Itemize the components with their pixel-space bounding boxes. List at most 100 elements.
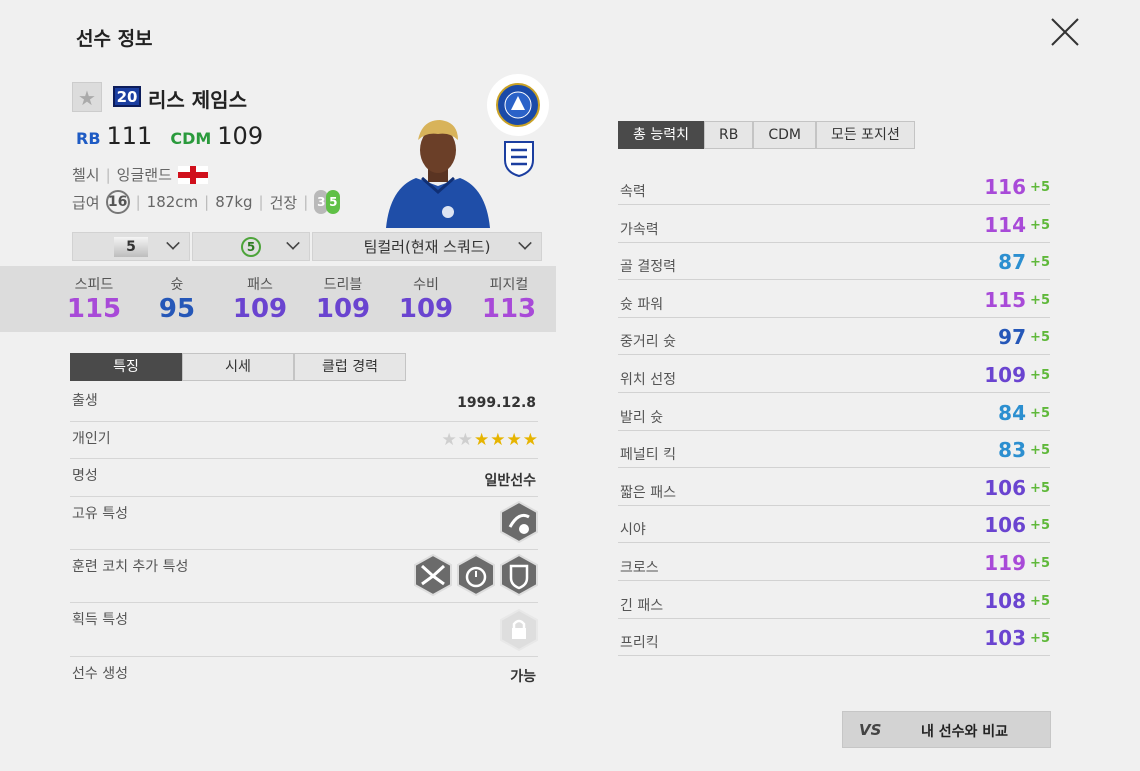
chevron-down-icon [166, 236, 180, 250]
tab-total-attributes[interactable]: 총 능력치 [618, 121, 704, 149]
coach-trait-label: 훈련 코치 추가 특성 [72, 559, 189, 575]
health-label: 건장 [269, 193, 298, 212]
tab-all-positions[interactable]: 모든 포지션 [815, 121, 915, 149]
stat-value: 95 [158, 294, 196, 324]
height: 182cm [146, 193, 199, 211]
star-filled-icon: ★ [474, 430, 490, 450]
unique-trait-label: 고유 특성 [72, 506, 128, 522]
position-ratings: RB 111 CDM 109 [76, 122, 275, 150]
stat-label: 드리블 [323, 277, 363, 293]
attribute-row: 속력 116 +5 [618, 167, 1050, 205]
attribute-value: 116 [984, 175, 1026, 199]
divider: | [303, 193, 309, 211]
attribute-value: 97 [998, 325, 1026, 350]
detail-tabs: 특징 시세 클럽 경력 [70, 353, 406, 381]
enhance-level-select[interactable]: 5 [72, 232, 190, 261]
summary-stat: 스피드 115 [54, 274, 134, 324]
attribute-value: 119 [984, 551, 1026, 575]
tab-rb[interactable]: RB [703, 121, 754, 149]
fame-label: 명성 [72, 468, 98, 484]
attribute-bonus: +5 [1030, 443, 1050, 459]
attribute-bonus: +5 [1030, 593, 1050, 609]
enhance-level-value: 5 [114, 236, 148, 257]
star-empty-icon: ★ [457, 430, 473, 450]
birth-value: 1999.12.8 [457, 395, 536, 411]
summary-stat: 패스 109 [220, 274, 300, 324]
tab-traits[interactable]: 특징 [70, 353, 182, 381]
tab-club-history[interactable]: 클럽 경력 [294, 353, 406, 381]
club-name: 첼시 [72, 166, 100, 184]
star-icon[interactable]: ★ [78, 86, 96, 110]
compare-button[interactable]: VS 내 선수와 비교 [842, 711, 1051, 748]
popularity-label: 개인기 [72, 431, 111, 447]
season-badge: 20 [113, 86, 141, 107]
stat-value: 109 [398, 294, 454, 324]
stat-label: 슛 [170, 277, 184, 293]
star-filled-icon: ★ [506, 430, 522, 450]
birth-label: 출생 [72, 393, 98, 409]
attribute-value: 106 [984, 475, 1026, 500]
attribute-row: 중거리 슛 97 +5 [618, 317, 1050, 356]
shield-trait-icon[interactable] [500, 554, 538, 596]
attribute-bonus: +5 [1030, 631, 1050, 647]
player-name: 리스 제임스 [148, 88, 247, 112]
attribute-name: 페널티 킥 [620, 447, 676, 464]
attribute-name: 슛 파워 [620, 296, 664, 313]
attribute-name: 위치 선정 [620, 372, 676, 388]
tab-cdm[interactable]: CDM [753, 121, 816, 149]
fame-value: 일반선수 [484, 473, 536, 489]
condition-indicator: 3 5 [314, 190, 341, 214]
attribute-row: 페널티 킥 83 +5 [618, 430, 1050, 469]
compare-button-label: 내 선수와 비교 [921, 724, 1009, 740]
position-label: RB [76, 129, 101, 148]
trait-icon[interactable] [414, 554, 452, 596]
attribute-value: 83 [998, 438, 1026, 463]
attribute-name: 발리 슛 [620, 409, 664, 426]
attribute-name: 짧은 패스 [620, 484, 676, 501]
attribute-name: 긴 패스 [620, 597, 664, 614]
lock-icon [500, 609, 538, 651]
summary-stat: 수비 109 [386, 274, 466, 324]
detail-row: 고유 특성 [70, 497, 538, 550]
attribute-bonus: +5 [1030, 518, 1050, 534]
stat-value: 115 [66, 294, 122, 324]
attribute-name: 속력 [620, 184, 646, 200]
attribute-row: 발리 슛 84 +5 [618, 393, 1050, 431]
chevron-down-icon [518, 236, 532, 250]
detail-row: 명성 일반선수 [70, 459, 538, 497]
england-flag-icon [177, 165, 208, 184]
stat-value: 109 [232, 294, 288, 324]
creation-label: 선수 생성 [72, 666, 128, 682]
player-info-row: 급여 16 | 182cm | 87kg | 건장 | 3 5 [72, 190, 341, 214]
attribute-name: 시야 [620, 522, 646, 539]
tab-price[interactable]: 시세 [182, 353, 294, 381]
attribute-row: 슛 파워 115 +5 [618, 280, 1050, 318]
stopwatch-trait-icon[interactable] [457, 554, 495, 596]
divider: | [258, 193, 264, 211]
divider: | [204, 193, 210, 211]
grade-value: 5 [241, 236, 261, 257]
chevron-down-icon [286, 236, 300, 250]
acquired-trait-label: 획득 특성 [72, 612, 128, 628]
attribute-value: 108 [984, 588, 1026, 613]
detail-row: 출생 1999.12.8 [70, 384, 538, 422]
team-color-select[interactable]: 팀컬러(현재 스쿼드) [312, 232, 542, 261]
position-ovr: 109 [217, 122, 264, 150]
attribute-bonus: +5 [1030, 217, 1050, 233]
condition-value: 5 [326, 190, 341, 214]
star-filled-icon: ★ [490, 430, 506, 450]
close-icon[interactable] [1049, 16, 1081, 48]
grade-select[interactable]: 5 [192, 232, 310, 261]
detail-row: 획득 특성 [70, 603, 538, 657]
club-logo [487, 74, 549, 136]
stat-label: 패스 [247, 277, 273, 293]
attribute-row: 위치 선정 109 +5 [618, 355, 1050, 393]
close-button[interactable] [1049, 16, 1081, 48]
attribute-bonus: +5 [1030, 368, 1050, 383]
favorite-star-button[interactable]: ★ [72, 82, 102, 112]
unique-trait-icon[interactable] [500, 501, 538, 543]
attribute-bonus: +5 [1030, 405, 1050, 421]
attribute-value: 106 [984, 513, 1026, 538]
star-empty-icon: ★ [441, 430, 457, 450]
attribute-bonus: +5 [1030, 180, 1050, 195]
